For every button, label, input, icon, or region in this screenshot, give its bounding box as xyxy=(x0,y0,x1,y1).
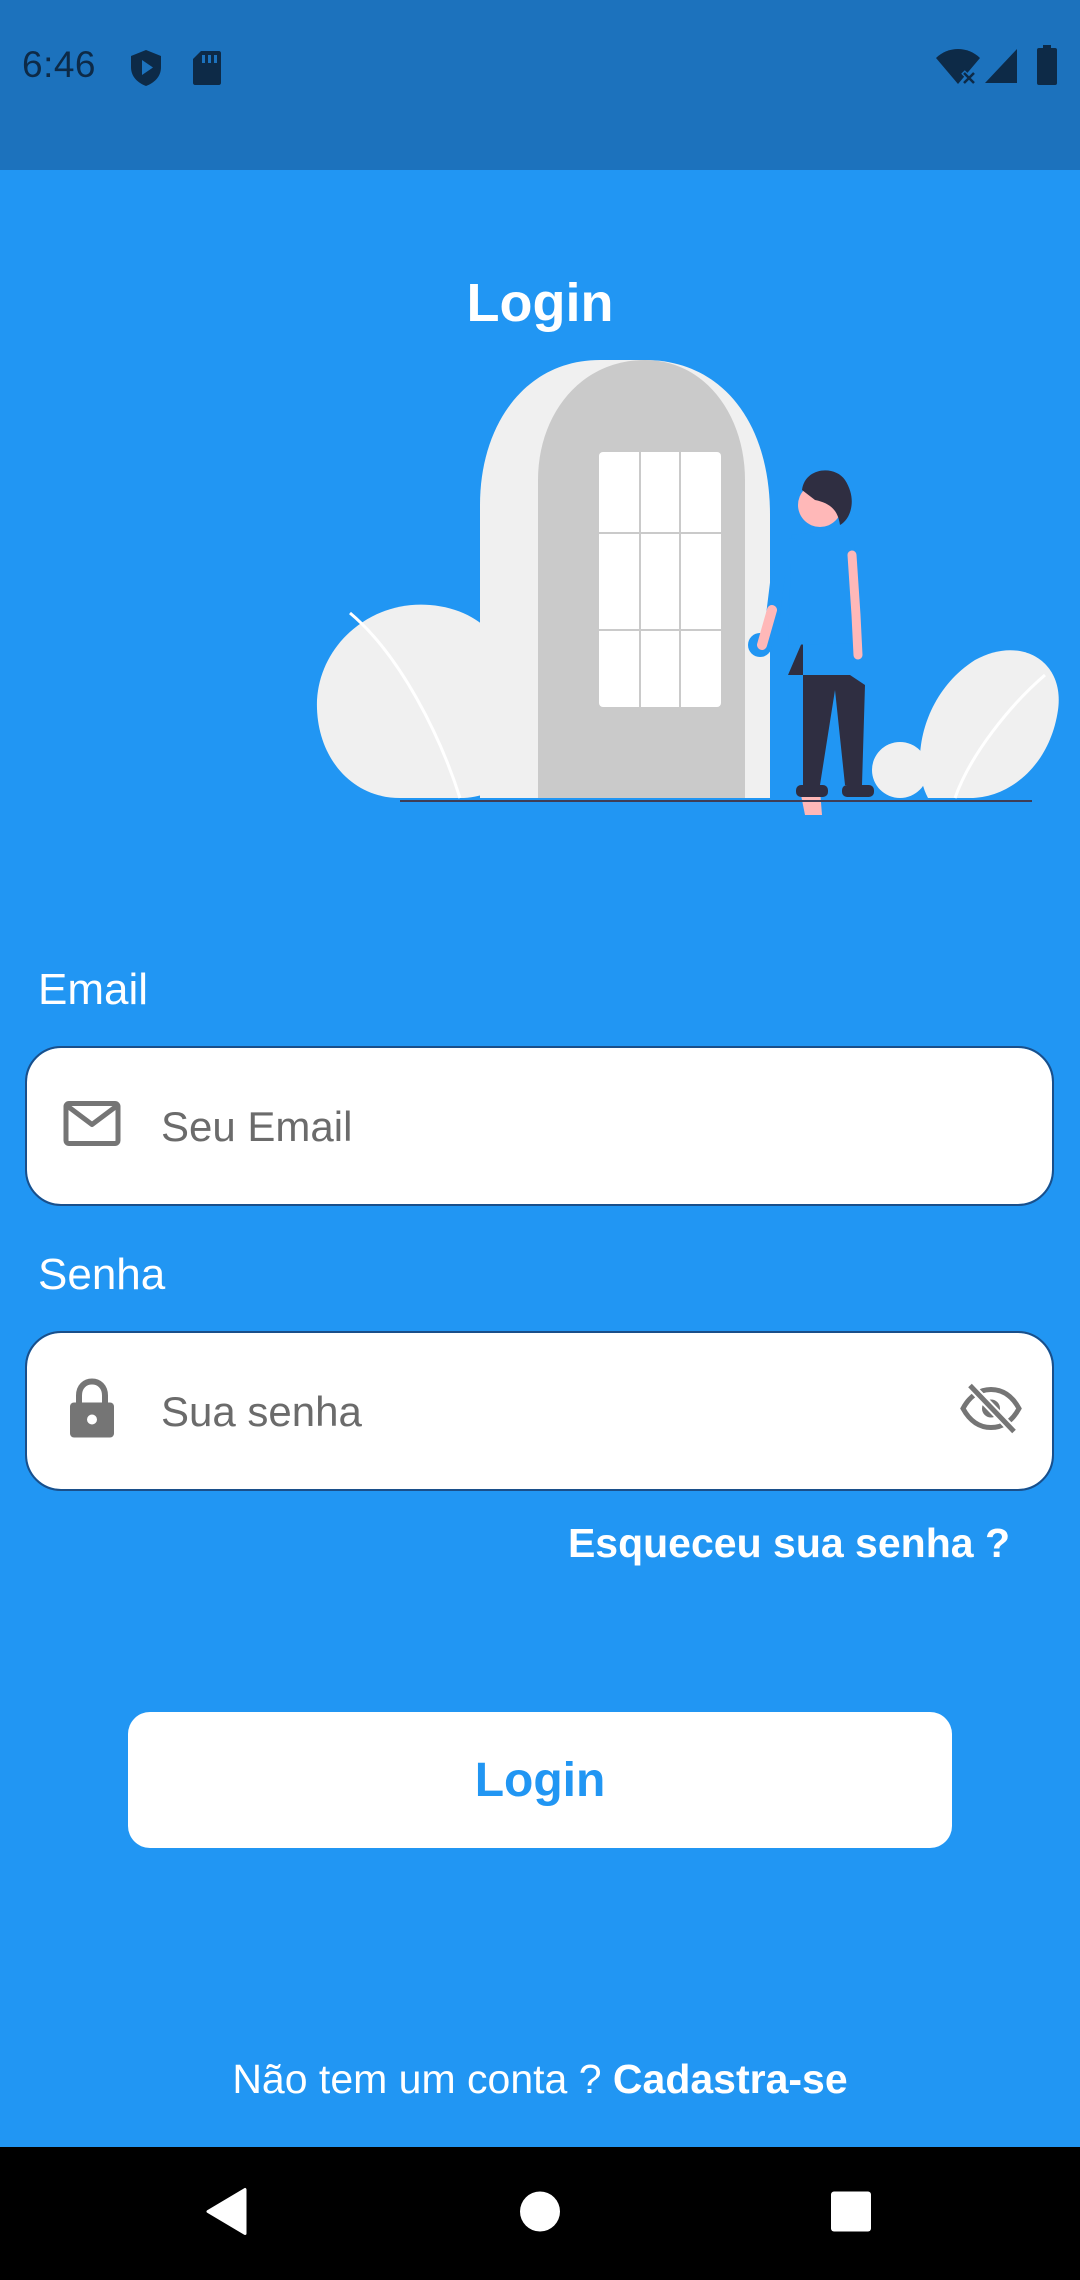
back-triangle-icon[interactable] xyxy=(205,2187,247,2240)
right-leaf xyxy=(919,650,1059,798)
wifi-off-icon xyxy=(935,48,981,91)
eye-off-icon[interactable] xyxy=(960,1382,1022,1441)
battery-icon xyxy=(1036,45,1058,90)
email-field[interactable] xyxy=(25,1046,1054,1206)
signup-prompt: Não tem um conta ? xyxy=(232,2056,602,2102)
sd-card-icon xyxy=(192,50,222,91)
password-input[interactable] xyxy=(159,1333,963,1491)
status-time: 6:46 xyxy=(22,44,97,85)
login-button[interactable]: Login xyxy=(128,1712,952,1848)
envelope-icon xyxy=(63,1101,121,1152)
password-label: Senha xyxy=(38,1250,166,1299)
navigation-bar xyxy=(0,2147,1080,2280)
home-circle-icon[interactable] xyxy=(519,2190,561,2237)
door-window xyxy=(599,452,721,707)
recents-square-icon[interactable] xyxy=(830,2190,872,2237)
login-screen: 6:46 Login Email Seu Email Senha Esquece… xyxy=(0,0,1080,2280)
person-figure xyxy=(757,470,874,815)
forgot-password-link[interactable]: Esqueceu sua senha ? xyxy=(568,1520,1010,1567)
signup-row: Não tem um conta ? Cadastra-se xyxy=(0,2056,1080,2103)
email-label: Email xyxy=(38,965,149,1014)
lock-icon xyxy=(69,1378,115,1444)
door-illustration xyxy=(310,355,1070,815)
status-bar: 6:46 xyxy=(0,0,1080,170)
email-input[interactable] xyxy=(159,1048,963,1206)
password-field[interactable] xyxy=(25,1331,1054,1491)
page-title: Login xyxy=(466,273,614,333)
cell-signal-icon xyxy=(984,48,1018,89)
signup-link[interactable]: Cadastra-se xyxy=(613,2056,848,2102)
shield-play-icon xyxy=(128,48,164,93)
